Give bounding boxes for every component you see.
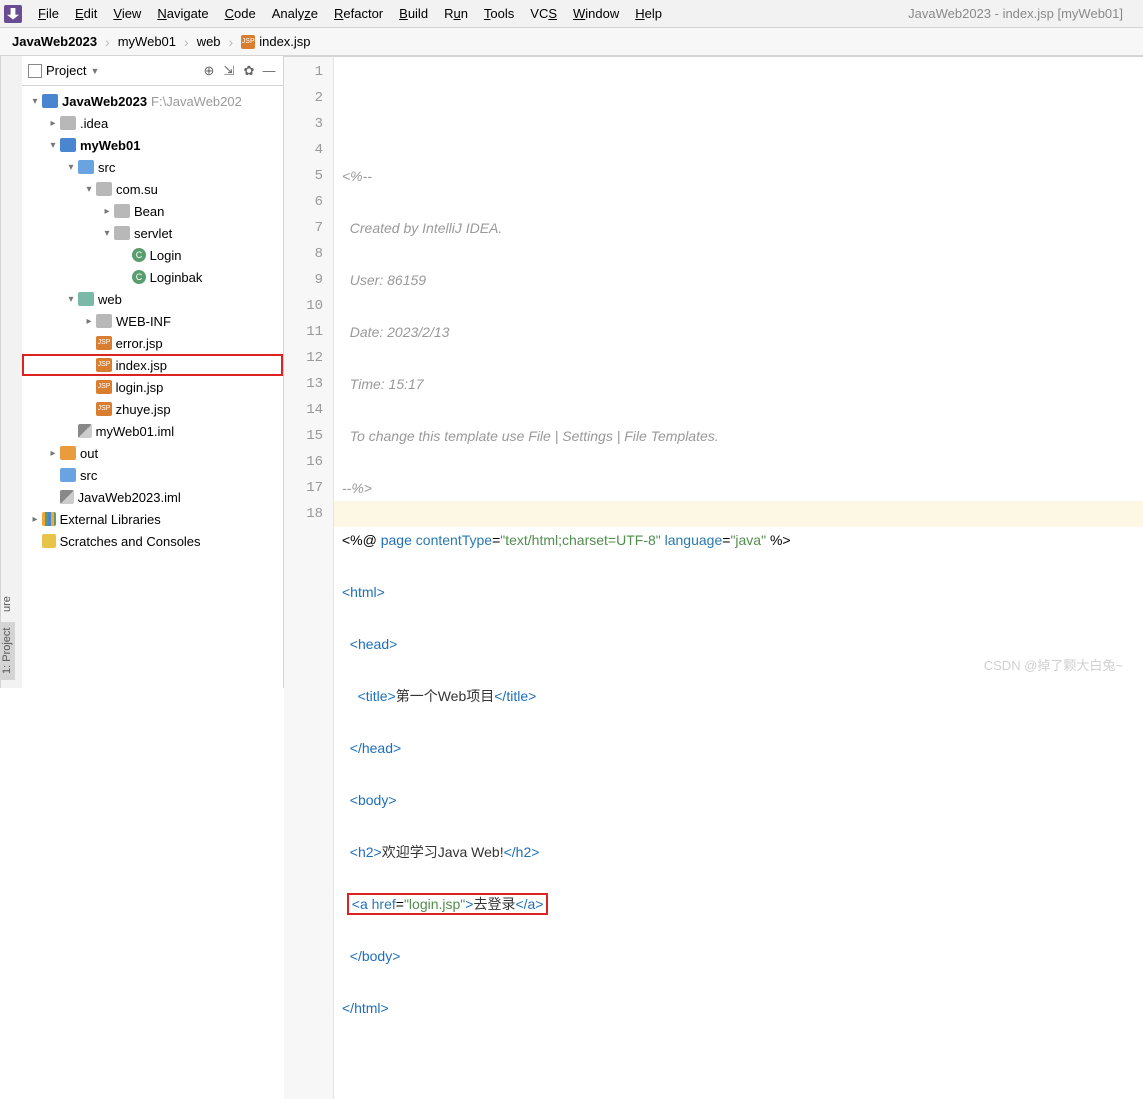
code-area[interactable]: 123456789101112131415161718 <%-- Created… [284, 57, 1143, 1099]
scratch-icon [42, 534, 56, 548]
tree-scratches[interactable]: Scratches and Consoles [22, 530, 283, 552]
tree-file-error-jsp[interactable]: JSP error.jsp [22, 332, 283, 354]
tool-window-bar: 1: Project ure [0, 56, 22, 688]
tree-class-login[interactable]: C Login [22, 244, 283, 266]
tree-file-zhuye-jsp[interactable]: JSP zhuye.jsp [22, 398, 283, 420]
locate-icon[interactable]: ⊕ [201, 63, 217, 79]
window-title: JavaWeb2023 - index.jsp [myWeb01] [908, 6, 1143, 21]
tree-module[interactable]: ▾myWeb01 [22, 134, 283, 156]
tree-package-bean[interactable]: ▸Bean [22, 200, 283, 222]
menu-build[interactable]: Build [391, 3, 436, 24]
tree-folder-idea[interactable]: ▸.idea [22, 112, 283, 134]
tree-class-loginbak[interactable]: C Loginbak [22, 266, 283, 288]
code-content[interactable]: <%-- Created by IntelliJ IDEA. User: 861… [334, 57, 1143, 1099]
jsp-file-icon: JSP [96, 336, 112, 350]
tree-project-root[interactable]: ▾JavaWeb2023F:\JavaWeb202 [22, 90, 283, 112]
line-gutter: 123456789101112131415161718 [284, 57, 334, 1099]
menubar: File Edit View Navigate Code Analyze Ref… [0, 0, 1143, 28]
jsp-file-icon: JSP [241, 35, 255, 49]
editor: CLogin.java×JSPindex.jsp×JSPzhuye.jsp×JS… [284, 56, 1143, 688]
menu-refactor[interactable]: Refactor [326, 3, 391, 24]
jsp-file-icon: JSP [96, 402, 112, 416]
tree-file-root-iml[interactable]: JavaWeb2023.iml [22, 486, 283, 508]
project-panel-header: Project ▼ ⊕ ⇲ ✿ — [22, 56, 283, 86]
menu-view[interactable]: View [105, 3, 149, 24]
menu-help[interactable]: Help [627, 3, 670, 24]
tree-package-servlet[interactable]: ▾servlet [22, 222, 283, 244]
chevron-right-icon: › [184, 34, 189, 50]
tree-package[interactable]: ▾com.su [22, 178, 283, 200]
menu-run[interactable]: Run [436, 3, 476, 24]
side-tab-structure[interactable]: ure [0, 591, 15, 619]
breadcrumb[interactable]: JavaWeb2023 [6, 32, 103, 51]
menu-navigate[interactable]: Navigate [149, 3, 216, 24]
tree-folder-out[interactable]: ▸out [22, 442, 283, 464]
libraries-icon [42, 512, 56, 526]
jsp-file-icon: JSP [96, 380, 112, 394]
side-tab-project[interactable]: 1: Project [0, 622, 15, 680]
tree-folder-webinf[interactable]: ▸WEB-INF [22, 310, 283, 332]
app-icon [4, 5, 22, 23]
menu-window[interactable]: Window [565, 3, 627, 24]
navigation-bar: JavaWeb2023 › myWeb01 › web › JSPindex.j… [0, 28, 1143, 56]
menu-analyze[interactable]: Analyze [264, 3, 326, 24]
hide-icon[interactable]: — [261, 63, 277, 79]
menu-code[interactable]: Code [217, 3, 264, 24]
tree-file-iml[interactable]: myWeb01.iml [22, 420, 283, 442]
tree-folder-src[interactable]: ▾src [22, 156, 283, 178]
project-tree[interactable]: ▾JavaWeb2023F:\JavaWeb202 ▸.idea ▾myWeb0… [22, 86, 283, 688]
breadcrumb[interactable]: myWeb01 [112, 32, 182, 51]
chevron-right-icon: › [229, 34, 234, 50]
breadcrumb[interactable]: JSPindex.jsp [235, 32, 316, 51]
menu-file[interactable]: File [30, 3, 67, 24]
class-icon: C [132, 248, 146, 262]
chevron-right-icon: › [105, 34, 110, 50]
project-panel: Project ▼ ⊕ ⇲ ✿ — ▾JavaWeb2023F:\JavaWeb… [22, 56, 284, 688]
tree-file-index-jsp[interactable]: JSP index.jsp [22, 354, 283, 376]
tree-folder-web[interactable]: ▾web [22, 288, 283, 310]
settings-icon[interactable]: ✿ [241, 63, 257, 79]
iml-file-icon [60, 490, 74, 504]
menu-vcs[interactable]: VCS [522, 3, 565, 24]
tree-folder-src2[interactable]: src [22, 464, 283, 486]
menu-edit[interactable]: Edit [67, 3, 105, 24]
jsp-file-icon: JSP [96, 358, 112, 372]
menu-tools[interactable]: Tools [476, 3, 522, 24]
tree-external-libraries[interactable]: ▸ External Libraries [22, 508, 283, 530]
expand-all-icon[interactable]: ⇲ [221, 63, 237, 79]
iml-file-icon [78, 424, 92, 438]
breadcrumb[interactable]: web [191, 32, 227, 51]
class-icon: C [132, 270, 146, 284]
tree-file-login-jsp[interactable]: JSP login.jsp [22, 376, 283, 398]
project-view-selector[interactable]: Project ▼ [28, 63, 99, 78]
